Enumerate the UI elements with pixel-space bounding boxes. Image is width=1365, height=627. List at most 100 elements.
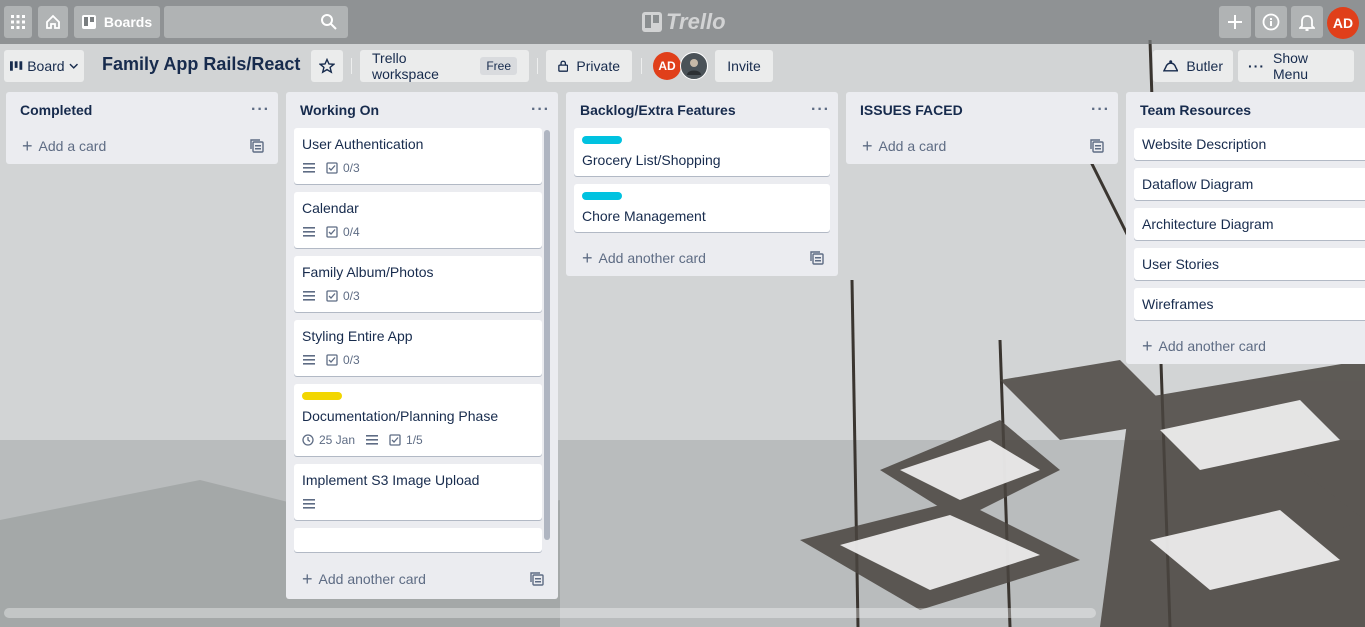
visibility-button[interactable]: Private: [546, 50, 632, 82]
list-menu-icon[interactable]: ···: [531, 101, 550, 119]
plus-icon: +: [582, 247, 593, 268]
card-label-cyan: [582, 136, 622, 144]
description-icon: [302, 290, 316, 302]
checklist-count: 0/3: [343, 353, 360, 367]
card-title: Styling Entire App: [302, 328, 413, 344]
card-template-icon[interactable]: [530, 572, 544, 586]
user-avatar[interactable]: AD: [1327, 7, 1359, 39]
boards-button[interactable]: Boards: [74, 6, 160, 38]
board-horizontal-scrollbar[interactable]: [4, 608, 1096, 618]
butler-button[interactable]: Butler: [1153, 50, 1233, 82]
list-header: Working On ···: [286, 92, 558, 128]
description-icon: [302, 162, 316, 174]
card[interactable]: Family Album/Photos 0/3: [294, 256, 542, 312]
checkbox-icon: [326, 226, 338, 238]
board-title[interactable]: Family App Rails/React: [102, 54, 300, 75]
card[interactable]: User Authentication 0/3: [294, 128, 542, 184]
list-title[interactable]: ISSUES FACED: [860, 102, 963, 118]
board-view-icon: [10, 61, 23, 71]
board-view-switcher[interactable]: Board: [4, 50, 84, 82]
add-card-label: Add a card: [38, 138, 107, 154]
add-card-button[interactable]: + Add another card: [566, 240, 838, 276]
description-icon: [302, 354, 316, 366]
clock-icon: [302, 434, 314, 446]
butler-icon: [1163, 60, 1179, 72]
card[interactable]: Calendar 0/4: [294, 192, 542, 248]
card-title: Wireframes: [1142, 296, 1214, 312]
star-board-button[interactable]: [311, 50, 343, 82]
list-team-resources: Team Resources Website Description Dataf…: [1126, 92, 1365, 364]
header-separator: [537, 58, 538, 74]
plus-icon: [1228, 15, 1242, 29]
card-title: Implement S3 Image Upload: [302, 472, 480, 488]
trello-logo[interactable]: Trello: [642, 8, 726, 36]
card[interactable]: Website Description: [1134, 128, 1365, 160]
list-header: Completed ···: [6, 92, 278, 128]
workspace-button[interactable]: Trello workspace Free: [360, 50, 529, 82]
card-template-icon[interactable]: [250, 139, 264, 153]
list-scrollbar-thumb[interactable]: [544, 130, 550, 540]
checklist-count: 0/3: [343, 289, 360, 303]
card-label-cyan: [582, 192, 622, 200]
add-card-button[interactable]: + Add a card: [6, 128, 278, 164]
apps-switcher-button[interactable]: [4, 6, 32, 38]
more-dots-icon: ···: [1248, 58, 1265, 74]
home-button[interactable]: [38, 6, 68, 38]
card[interactable]: Grocery List/Shopping: [574, 128, 830, 176]
checklist-badge: 0/3: [326, 353, 360, 367]
card-title: Calendar: [302, 200, 359, 216]
checklist-badge: 0/3: [326, 161, 360, 175]
list-menu-icon[interactable]: ···: [1091, 101, 1110, 119]
list-menu-icon[interactable]: ···: [811, 101, 830, 119]
add-card-label: Add another card: [318, 571, 426, 587]
card[interactable]: Chore Management: [574, 184, 830, 232]
card-template-icon[interactable]: [810, 251, 824, 265]
list-title[interactable]: Completed: [20, 102, 92, 118]
list-working-on: Working On ··· User Authentication 0/3 C…: [286, 92, 558, 599]
info-icon: [1262, 13, 1280, 31]
card-list: Website Description Dataflow Diagram Arc…: [1126, 128, 1365, 320]
checklist-count: 0/4: [343, 225, 360, 239]
add-card-button[interactable]: + Add another card: [1126, 328, 1365, 364]
add-card-label: Add another card: [1158, 338, 1266, 354]
checkbox-icon: [389, 434, 401, 446]
notifications-button[interactable]: [1291, 6, 1323, 38]
member-avatar-photo[interactable]: [680, 52, 708, 80]
trello-logo-icon: [642, 12, 662, 32]
card-title: Family Album/Photos: [302, 264, 434, 280]
card-template-icon[interactable]: [1090, 139, 1104, 153]
info-button[interactable]: [1255, 6, 1287, 38]
workspace-plan-badge: Free: [480, 57, 517, 75]
add-card-button[interactable]: + Add a card: [846, 128, 1118, 164]
create-button[interactable]: [1219, 6, 1251, 38]
card[interactable]: Styling Entire App 0/3: [294, 320, 542, 376]
due-date: 25 Jan: [319, 433, 356, 447]
lock-icon: [558, 60, 569, 72]
list-menu-icon[interactable]: ···: [251, 101, 270, 119]
card[interactable]: Implement S3 Image Upload: [294, 464, 542, 520]
list-title[interactable]: Working On: [300, 102, 379, 118]
card-title: User Stories: [1142, 256, 1220, 272]
list-completed: Completed ··· + Add a card: [6, 92, 278, 164]
show-menu-button[interactable]: ··· Show Menu: [1238, 50, 1354, 82]
member-avatar[interactable]: AD: [653, 52, 681, 80]
search-input[interactable]: [164, 6, 348, 38]
card-badges: [302, 492, 534, 516]
card[interactable]: Documentation/Planning Phase 25 Jan 1/5: [294, 384, 542, 456]
card-badges: 0/3: [302, 156, 534, 180]
card[interactable]: Architecture Diagram: [1134, 208, 1365, 240]
list-header: ISSUES FACED ···: [846, 92, 1118, 128]
invite-button[interactable]: Invite: [715, 50, 773, 82]
card[interactable]: Dataflow Diagram: [1134, 168, 1365, 200]
home-icon: [46, 14, 60, 29]
card[interactable]: [294, 528, 542, 552]
list-title[interactable]: Backlog/Extra Features: [580, 102, 736, 118]
list-header: Backlog/Extra Features ···: [566, 92, 838, 128]
list-issues-faced: ISSUES FACED ··· + Add a card: [846, 92, 1118, 164]
card[interactable]: Wireframes: [1134, 288, 1365, 320]
card[interactable]: User Stories: [1134, 248, 1365, 280]
list-title[interactable]: Team Resources: [1140, 102, 1251, 118]
checklist-count: 1/5: [406, 433, 423, 447]
card-title: Dataflow Diagram: [1142, 176, 1254, 192]
add-card-button[interactable]: + Add another card: [286, 561, 558, 597]
